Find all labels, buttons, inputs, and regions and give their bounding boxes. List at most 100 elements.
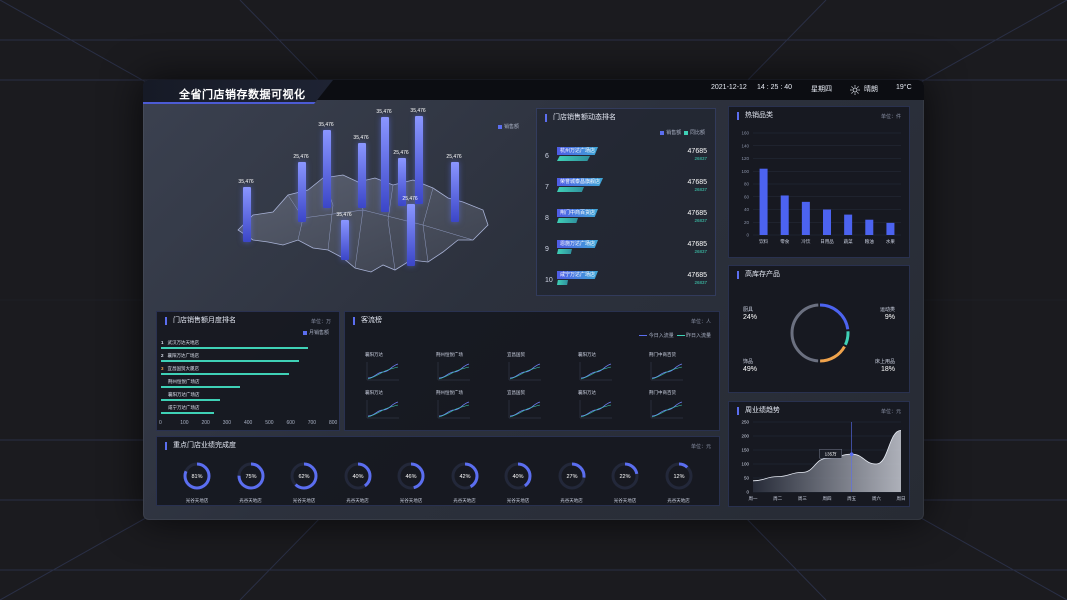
hot-product-bar[interactable]	[780, 195, 789, 235]
sparkline-today	[651, 363, 683, 379]
flow-sparkline	[508, 362, 541, 381]
completion-item[interactable]: 27% 光谷天地店	[547, 461, 597, 504]
map-bar[interactable]	[407, 204, 415, 266]
hot-product-bar[interactable]	[865, 219, 874, 235]
hot-product-bar[interactable]	[759, 168, 768, 235]
monthly-rank-row[interactable]: 咸宁万达广场店	[161, 405, 341, 417]
trend-chart[interactable]: 250200150100500135万周一 周二 周三 周四 周五 周六 周日	[729, 416, 911, 508]
x-tick-label: 600	[286, 420, 295, 426]
y-tick-label: 160	[741, 131, 749, 136]
map-legend: 销售额	[498, 123, 519, 130]
flow-cell[interactable]: 荆门中商百货	[649, 352, 709, 392]
flow-cell[interactable]: 襄阳万达	[365, 390, 425, 430]
x-tick-label: 冷饮	[801, 238, 810, 245]
ranking-value: 47685	[687, 148, 707, 155]
hot-product-bar[interactable]	[844, 214, 853, 235]
ranking-bar	[557, 249, 572, 254]
completion-item[interactable]: 46% 光谷天地店	[386, 461, 436, 504]
ranking-row[interactable]: 8 荆门中商百货店 47685 26837	[545, 209, 715, 234]
trend-point[interactable]	[849, 452, 854, 456]
completion-item[interactable]: 62% 光谷天地店	[279, 461, 329, 504]
monthly-rank-row[interactable]: 荆州恒悦广场店	[161, 379, 341, 391]
monthly-rank-bar	[161, 347, 308, 349]
ranking-store: 咸宁万达广场店	[557, 271, 599, 279]
completion-pct: 75%	[245, 474, 256, 480]
flow-cell[interactable]: 襄阳万达	[578, 390, 638, 430]
ranking-row[interactable]: 10 咸宁万达广场店 47685 26837	[545, 271, 715, 296]
ranking-row[interactable]: 6 杭州万达广场店 47685 26837	[545, 147, 715, 172]
flow-cell[interactable]: 襄阳万达	[578, 352, 638, 392]
completion-item[interactable]: 75% 光谷天地店	[226, 461, 276, 504]
stock-pct-1: 9%	[884, 314, 895, 321]
ranking-row[interactable]: 9 恩施万达广场店 47685 26837	[545, 240, 715, 265]
temperature-text: 19°C	[896, 84, 912, 91]
completion-item[interactable]: 81% 光谷天地店	[172, 461, 222, 504]
x-tick-label: 周六	[872, 495, 881, 502]
completion-store: 光谷天地店	[506, 498, 530, 503]
ranking-panel: 门店销售额动态排名 销售额 同比额 6 杭州万达广场店 47685 26837 7 荣誉城…	[536, 108, 716, 296]
flow-cell[interactable]: 宜昌国贸	[507, 352, 567, 392]
monthly-rank-row[interactable]: 2 襄阳万达广场店	[161, 353, 341, 365]
map-bar[interactable]	[243, 187, 251, 242]
map-bar[interactable]	[341, 220, 349, 260]
flow-cell[interactable]: 宜昌国贸	[507, 390, 567, 430]
date-text: 2021-12-12	[711, 84, 747, 91]
map-bar-label: 35,476	[318, 122, 334, 128]
sparkline-today	[367, 363, 399, 379]
stock-label-1: 运动类	[879, 307, 895, 313]
map-bar-label: 35,476	[336, 212, 352, 218]
monthly-rank-store: 宜昌国贸大厦店	[167, 366, 200, 371]
completion-pct: 46%	[405, 474, 416, 480]
legend-swatch	[302, 330, 307, 335]
stock-pct-0: 24%	[743, 314, 758, 321]
map-bar[interactable]	[451, 162, 459, 222]
completion-gauge: 22%	[611, 462, 639, 490]
flow-sparkline	[579, 400, 612, 419]
completion-gauge: 12%	[665, 462, 692, 490]
monthly-rank-bar	[161, 399, 220, 401]
completion-item[interactable]: 40% 光谷天地店	[493, 461, 543, 504]
completion-store: 光谷天地店	[239, 498, 262, 503]
monthly-rank-row[interactable]: 襄阳万达广场店	[161, 392, 341, 404]
y-tick-label: 200	[741, 434, 749, 439]
completion-gauge: 81%	[183, 462, 211, 490]
flow-cell[interactable]: 襄阳万达	[365, 352, 425, 392]
flow-cell[interactable]: 荆州恒悦广场	[436, 390, 496, 430]
province-map[interactable]	[143, 100, 533, 300]
flow-cell[interactable]: 荆门中商百货	[649, 390, 709, 430]
monthly-rank-store: 荆州恒悦广场店	[168, 379, 200, 384]
completion-pct: 62%	[298, 474, 309, 480]
completion-item[interactable]: 40% 光谷天地店	[333, 461, 383, 504]
completion-gauge: 42%	[451, 462, 478, 490]
map-bar[interactable]	[298, 162, 306, 222]
hot-product-bar[interactable]	[823, 209, 831, 236]
completion-item[interactable]: 22% 光谷天地店	[600, 461, 650, 504]
monthly-rank-row[interactable]: 3 宜昌国贸大厦店	[161, 366, 341, 378]
monthly-rank-bar	[161, 360, 299, 362]
high-stock-donut[interactable]	[785, 298, 855, 368]
map-bar[interactable]	[381, 117, 389, 212]
map-bar[interactable]	[415, 116, 423, 204]
map-bar[interactable]	[323, 130, 331, 208]
ranking-row[interactable]: 7 荣誉城泰昌旗舰店 47685 26837	[545, 178, 715, 203]
hot-product-bar[interactable]	[886, 222, 895, 235]
map-bar-label: 35,476	[410, 108, 426, 114]
monthly-rank-panel: 门店销售额月度排名 单位：万 月销售额 1 武汉万达天地店 2 襄阳万达广场店 3 宜昌国…	[156, 311, 340, 431]
high-stock-panel: 高库存产品 厨具 24% 运动类 9% 床上用品 18% 饰品 49%	[728, 265, 910, 393]
x-tick-label: 饮料	[759, 238, 768, 245]
hot-product-bar[interactable]	[801, 201, 810, 235]
map-bar[interactable]	[358, 143, 366, 208]
flow-cell[interactable]: 荆州恒悦广场	[436, 352, 496, 392]
x-tick-label: 周日	[897, 496, 906, 502]
monthly-rank-store: 襄阳万达广场店	[167, 353, 200, 358]
completion-item[interactable]: 12% 光谷天地店	[654, 461, 704, 504]
monthly-rank-row[interactable]: 1 武汉万达天地店	[161, 340, 341, 352]
y-tick-label: 250	[741, 420, 749, 425]
completion-pct: 27%	[566, 474, 577, 480]
flow-legend-a: 今日入流量	[648, 333, 674, 339]
monthly-rank-bar	[161, 386, 240, 388]
stock-pct-3: 49%	[743, 366, 758, 373]
trend-area	[753, 430, 901, 492]
completion-item[interactable]: 42% 光谷天地店	[440, 461, 490, 504]
x-tick-label: 100	[180, 420, 189, 426]
